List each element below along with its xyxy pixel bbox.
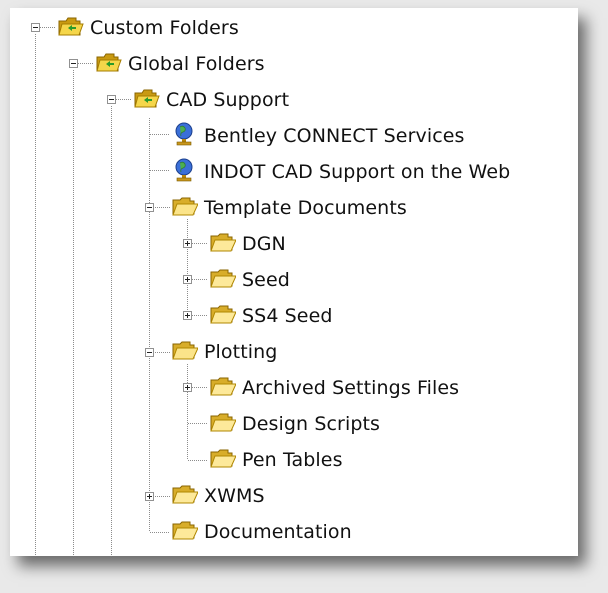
tree-item-label: INDOT CAD Support on the Web	[204, 161, 511, 183]
folder-icon	[170, 482, 198, 510]
tree-item[interactable]: Template Documents	[170, 190, 407, 226]
web-globe-icon	[170, 122, 198, 150]
expander-minus[interactable]	[145, 203, 154, 212]
expander-plus[interactable]	[145, 492, 154, 501]
tree-item[interactable]: Seed	[208, 262, 290, 298]
folder-icon	[208, 410, 236, 438]
tree-item[interactable]: Global Folders	[94, 46, 265, 82]
folder-icon	[170, 518, 198, 546]
special-folder-icon	[132, 86, 160, 114]
special-folder-icon	[94, 50, 122, 78]
tree-item-label: Seed	[242, 269, 290, 291]
tree-item-label: Plotting	[204, 341, 278, 363]
tree-item[interactable]: DGN	[208, 226, 286, 262]
tree-item-label: Pen Tables	[242, 449, 343, 471]
folder-icon	[208, 230, 236, 258]
tree-item-label: Template Documents	[204, 197, 407, 219]
expander-minus[interactable]	[31, 23, 40, 32]
expander-plus[interactable]	[183, 311, 192, 320]
tree-item[interactable]: Plotting	[170, 334, 277, 370]
expander-minus[interactable]	[69, 59, 78, 68]
tree-item[interactable]: XWMS	[170, 478, 265, 514]
expander-plus[interactable]	[183, 383, 192, 392]
tree-item[interactable]: INDOT CAD Support on the Web	[170, 154, 510, 190]
tree-item[interactable]: Custom Folders	[56, 10, 239, 46]
tree-item-label: Design Scripts	[242, 413, 381, 435]
tree-item-label: DGN	[242, 233, 286, 255]
folder-icon	[208, 374, 236, 402]
special-folder-icon	[56, 14, 84, 42]
tree-item[interactable]: CAD Support	[132, 82, 289, 118]
tree-item-label: Bentley CONNECT Services	[204, 125, 465, 147]
expander-minus[interactable]	[107, 95, 116, 104]
tree-item[interactable]: Design Scripts	[208, 406, 380, 442]
folder-icon	[208, 302, 236, 330]
tree-item[interactable]: Bentley CONNECT Services	[170, 118, 465, 154]
expander-plus[interactable]	[183, 239, 192, 248]
tree-item[interactable]: Documentation	[170, 514, 352, 550]
expander-plus[interactable]	[183, 275, 192, 284]
tree-item-label: Documentation	[204, 521, 352, 543]
folder-tree-panel: Custom Folders Global Folders CAD Suppor…	[10, 8, 578, 556]
tree-item-label: Global Folders	[128, 53, 265, 75]
tree-item[interactable]: Pen Tables	[208, 442, 343, 478]
open-folder-icon	[170, 194, 198, 222]
expander-minus[interactable]	[145, 348, 154, 357]
tree-item-label: SS4 Seed	[242, 305, 333, 327]
tree-item-label: Custom Folders	[90, 17, 239, 39]
folder-icon	[208, 446, 236, 474]
folder-tree: Custom Folders Global Folders CAD Suppor…	[10, 8, 578, 556]
web-globe-icon	[170, 158, 198, 186]
tree-item[interactable]: SS4 Seed	[208, 298, 333, 334]
folder-icon	[208, 266, 236, 294]
tree-item-label: CAD Support	[166, 89, 290, 111]
tree-item-label: Archived Settings Files	[242, 377, 460, 399]
open-folder-icon	[170, 338, 198, 366]
tree-item[interactable]: Archived Settings Files	[208, 370, 459, 406]
tree-item-label: XWMS	[204, 485, 265, 507]
